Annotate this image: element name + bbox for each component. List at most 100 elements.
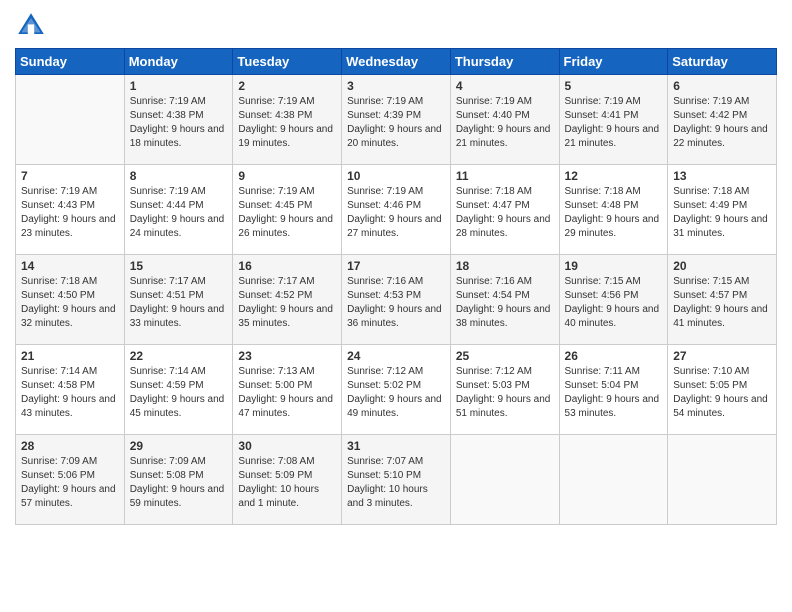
daylight-text: Daylight: 9 hours and 26 minutes.: [238, 214, 333, 239]
daylight-text: Daylight: 9 hours and 23 minutes.: [21, 214, 116, 239]
sunrise-text: Sunrise: 7:16 AM: [347, 276, 423, 287]
day-cell: 30 Sunrise: 7:08 AM Sunset: 5:09 PM Dayl…: [233, 435, 342, 525]
day-number: 15: [130, 259, 228, 273]
sunset-text: Sunset: 4:53 PM: [347, 290, 421, 301]
day-number: 29: [130, 439, 228, 453]
day-number: 28: [21, 439, 119, 453]
day-cell: 1 Sunrise: 7:19 AM Sunset: 4:38 PM Dayli…: [124, 75, 233, 165]
day-number: 20: [673, 259, 771, 273]
sunrise-text: Sunrise: 7:13 AM: [238, 366, 314, 377]
sunrise-text: Sunrise: 7:14 AM: [130, 366, 206, 377]
daylight-text: Daylight: 9 hours and 24 minutes.: [130, 214, 225, 239]
day-cell: [559, 435, 668, 525]
day-number: 3: [347, 79, 445, 93]
day-number: 1: [130, 79, 228, 93]
daylight-text: Daylight: 9 hours and 21 minutes.: [456, 124, 551, 149]
day-cell: 12 Sunrise: 7:18 AM Sunset: 4:48 PM Dayl…: [559, 165, 668, 255]
calendar-header-row: SundayMondayTuesdayWednesdayThursdayFrid…: [16, 49, 777, 75]
daylight-text: Daylight: 9 hours and 29 minutes.: [565, 214, 660, 239]
sunrise-text: Sunrise: 7:07 AM: [347, 456, 423, 467]
sunrise-text: Sunrise: 7:10 AM: [673, 366, 749, 377]
sunrise-text: Sunrise: 7:12 AM: [347, 366, 423, 377]
day-cell: 2 Sunrise: 7:19 AM Sunset: 4:38 PM Dayli…: [233, 75, 342, 165]
daylight-text: Daylight: 10 hours and 1 minute.: [238, 484, 319, 509]
sunset-text: Sunset: 4:54 PM: [456, 290, 530, 301]
day-header-thursday: Thursday: [450, 49, 559, 75]
day-header-monday: Monday: [124, 49, 233, 75]
day-cell: 19 Sunrise: 7:15 AM Sunset: 4:56 PM Dayl…: [559, 255, 668, 345]
daylight-text: Daylight: 9 hours and 35 minutes.: [238, 304, 333, 329]
sunrise-text: Sunrise: 7:17 AM: [130, 276, 206, 287]
day-number: 9: [238, 169, 336, 183]
day-cell: 29 Sunrise: 7:09 AM Sunset: 5:08 PM Dayl…: [124, 435, 233, 525]
sunset-text: Sunset: 5:06 PM: [21, 470, 95, 481]
day-number: 27: [673, 349, 771, 363]
sunrise-text: Sunrise: 7:19 AM: [347, 96, 423, 107]
sunset-text: Sunset: 5:02 PM: [347, 380, 421, 391]
sunrise-text: Sunrise: 7:12 AM: [456, 366, 532, 377]
sunset-text: Sunset: 4:38 PM: [238, 110, 312, 121]
day-cell: 5 Sunrise: 7:19 AM Sunset: 4:41 PM Dayli…: [559, 75, 668, 165]
sunrise-text: Sunrise: 7:19 AM: [456, 96, 532, 107]
day-cell: 6 Sunrise: 7:19 AM Sunset: 4:42 PM Dayli…: [668, 75, 777, 165]
day-cell: 20 Sunrise: 7:15 AM Sunset: 4:57 PM Dayl…: [668, 255, 777, 345]
day-number: 19: [565, 259, 663, 273]
day-number: 4: [456, 79, 554, 93]
sunset-text: Sunset: 4:43 PM: [21, 200, 95, 211]
sunrise-text: Sunrise: 7:18 AM: [565, 186, 641, 197]
sunset-text: Sunset: 4:38 PM: [130, 110, 204, 121]
week-row-1: 1 Sunrise: 7:19 AM Sunset: 4:38 PM Dayli…: [16, 75, 777, 165]
logo-icon: [15, 10, 47, 42]
sunrise-text: Sunrise: 7:19 AM: [130, 186, 206, 197]
sunset-text: Sunset: 4:56 PM: [565, 290, 639, 301]
day-cell: 31 Sunrise: 7:07 AM Sunset: 5:10 PM Dayl…: [342, 435, 451, 525]
sunrise-text: Sunrise: 7:18 AM: [673, 186, 749, 197]
page-header: [15, 10, 777, 42]
day-cell: [450, 435, 559, 525]
daylight-text: Daylight: 9 hours and 45 minutes.: [130, 394, 225, 419]
week-row-5: 28 Sunrise: 7:09 AM Sunset: 5:06 PM Dayl…: [16, 435, 777, 525]
sunset-text: Sunset: 5:03 PM: [456, 380, 530, 391]
daylight-text: Daylight: 9 hours and 57 minutes.: [21, 484, 116, 509]
sunrise-text: Sunrise: 7:14 AM: [21, 366, 97, 377]
sunset-text: Sunset: 4:48 PM: [565, 200, 639, 211]
daylight-text: Daylight: 9 hours and 41 minutes.: [673, 304, 768, 329]
day-header-wednesday: Wednesday: [342, 49, 451, 75]
sunrise-text: Sunrise: 7:09 AM: [21, 456, 97, 467]
day-cell: 23 Sunrise: 7:13 AM Sunset: 5:00 PM Dayl…: [233, 345, 342, 435]
week-row-2: 7 Sunrise: 7:19 AM Sunset: 4:43 PM Dayli…: [16, 165, 777, 255]
sunrise-text: Sunrise: 7:16 AM: [456, 276, 532, 287]
daylight-text: Daylight: 9 hours and 21 minutes.: [565, 124, 660, 149]
day-number: 31: [347, 439, 445, 453]
day-number: 26: [565, 349, 663, 363]
day-cell: 13 Sunrise: 7:18 AM Sunset: 4:49 PM Dayl…: [668, 165, 777, 255]
daylight-text: Daylight: 9 hours and 31 minutes.: [673, 214, 768, 239]
daylight-text: Daylight: 9 hours and 59 minutes.: [130, 484, 225, 509]
day-header-tuesday: Tuesday: [233, 49, 342, 75]
day-cell: 18 Sunrise: 7:16 AM Sunset: 4:54 PM Dayl…: [450, 255, 559, 345]
sunrise-text: Sunrise: 7:19 AM: [130, 96, 206, 107]
day-cell: 4 Sunrise: 7:19 AM Sunset: 4:40 PM Dayli…: [450, 75, 559, 165]
sunset-text: Sunset: 4:47 PM: [456, 200, 530, 211]
sunset-text: Sunset: 4:42 PM: [673, 110, 747, 121]
day-cell: [16, 75, 125, 165]
day-number: 22: [130, 349, 228, 363]
day-number: 8: [130, 169, 228, 183]
daylight-text: Daylight: 9 hours and 32 minutes.: [21, 304, 116, 329]
sunrise-text: Sunrise: 7:08 AM: [238, 456, 314, 467]
day-cell: 3 Sunrise: 7:19 AM Sunset: 4:39 PM Dayli…: [342, 75, 451, 165]
sunset-text: Sunset: 4:51 PM: [130, 290, 204, 301]
sunset-text: Sunset: 5:05 PM: [673, 380, 747, 391]
daylight-text: Daylight: 9 hours and 53 minutes.: [565, 394, 660, 419]
sunset-text: Sunset: 5:09 PM: [238, 470, 312, 481]
day-number: 14: [21, 259, 119, 273]
sunrise-text: Sunrise: 7:19 AM: [565, 96, 641, 107]
sunrise-text: Sunrise: 7:18 AM: [21, 276, 97, 287]
day-header-friday: Friday: [559, 49, 668, 75]
day-number: 17: [347, 259, 445, 273]
sunset-text: Sunset: 4:59 PM: [130, 380, 204, 391]
sunset-text: Sunset: 4:49 PM: [673, 200, 747, 211]
daylight-text: Daylight: 9 hours and 19 minutes.: [238, 124, 333, 149]
sunset-text: Sunset: 4:57 PM: [673, 290, 747, 301]
daylight-text: Daylight: 9 hours and 54 minutes.: [673, 394, 768, 419]
